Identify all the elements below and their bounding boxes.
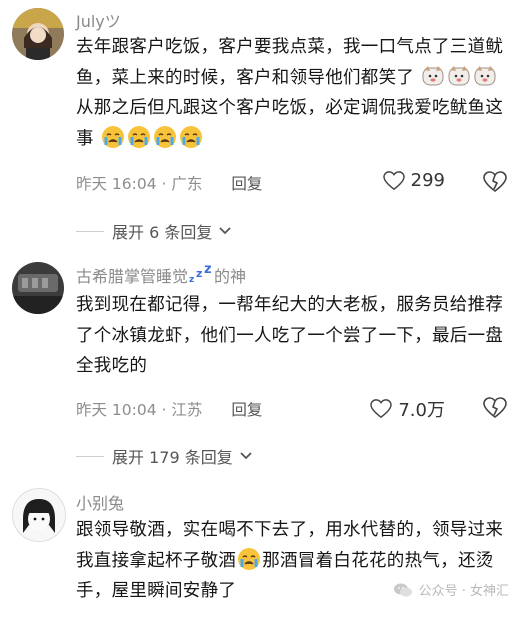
comment-meta: 昨天 16:04 · 广东 回复 bbox=[76, 172, 262, 194]
chevron-down-icon bbox=[219, 227, 231, 235]
avatar[interactable] bbox=[12, 262, 64, 314]
username[interactable]: Julyツ bbox=[76, 8, 121, 32]
svg-text:z: z bbox=[189, 275, 194, 284]
heart-icon bbox=[382, 170, 405, 190]
watermark-text: 公众号 · 女神汇 bbox=[418, 584, 509, 599]
comment-meta: 昨天 10:04 · 江苏 回复 bbox=[76, 398, 262, 420]
like-count: 299 bbox=[410, 170, 445, 191]
crying-emoji-icon bbox=[153, 125, 177, 149]
expand-replies-button[interactable]: 展开 179 条回复 bbox=[76, 444, 253, 468]
divider bbox=[76, 455, 104, 457]
chevron-down-icon bbox=[240, 452, 252, 460]
crying-emoji-icon bbox=[179, 125, 203, 149]
timestamp-location: 昨天 10:04 · 江苏 bbox=[76, 401, 203, 419]
comment-text: 去年跟客户吃饭，客户要我点菜，我一口气点了三道鱿鱼，菜上来的时候，客户和领导他们… bbox=[76, 32, 510, 154]
like-button[interactable]: 299 bbox=[382, 170, 445, 191]
watermark: 公众号 · 女神汇 bbox=[393, 580, 509, 599]
crying-emoji-icon bbox=[237, 547, 261, 571]
heart-icon bbox=[370, 399, 393, 419]
expand-replies-button[interactable]: 展开 6 条回复 bbox=[76, 219, 232, 243]
like-count: 7.0万 bbox=[398, 400, 445, 421]
username-suffix: 的神 bbox=[214, 267, 247, 286]
reply-button[interactable]: 回复 bbox=[231, 175, 262, 193]
dog-emoji-icon bbox=[447, 64, 471, 88]
dislike-icon[interactable] bbox=[483, 170, 507, 194]
timestamp-location: 昨天 16:04 · 广东 bbox=[76, 175, 203, 193]
expand-replies-label: 展开 179 条回复 bbox=[112, 448, 233, 467]
crying-emoji-icon bbox=[101, 125, 125, 149]
crying-emoji-icon bbox=[127, 125, 151, 149]
avatar[interactable] bbox=[12, 8, 64, 60]
avatar[interactable] bbox=[12, 488, 66, 542]
svg-text:z: z bbox=[204, 264, 212, 277]
wechat-icon bbox=[393, 583, 412, 597]
dog-emoji-icon bbox=[473, 64, 497, 88]
expand-replies-label: 展开 6 条回复 bbox=[112, 223, 213, 242]
like-button[interactable]: 7.0万 bbox=[370, 396, 445, 422]
dog-emoji-icon bbox=[421, 64, 445, 88]
username[interactable]: 小别兔 bbox=[76, 490, 124, 514]
dislike-icon[interactable] bbox=[483, 396, 507, 420]
reply-button[interactable]: 回复 bbox=[231, 401, 262, 419]
svg-text:z: z bbox=[196, 267, 202, 280]
divider bbox=[76, 230, 104, 232]
username[interactable]: 古希腊掌管睡觉 z z z 的神 bbox=[76, 262, 247, 287]
sleep-zzz-icon: zzz bbox=[189, 262, 212, 285]
comment-text: 我到现在都记得，一帮年纪大的大老板，服务员给推荐了个冰镇龙虾，他们一人吃了一个尝… bbox=[76, 295, 504, 376]
username-text: 古希腊掌管睡觉 bbox=[76, 267, 189, 286]
